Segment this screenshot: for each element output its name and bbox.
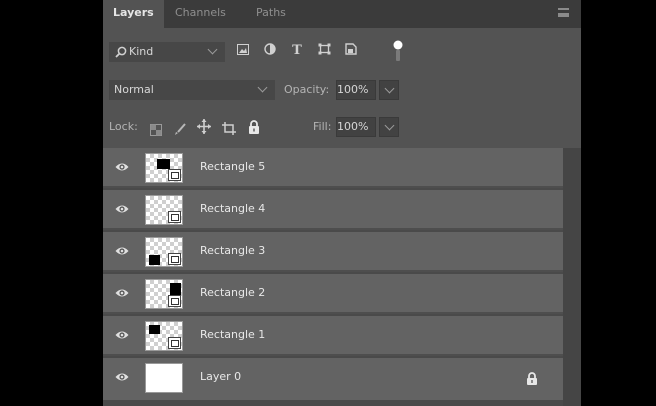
- eye-icon[interactable]: [115, 371, 129, 383]
- chevron-down-icon: [384, 120, 395, 131]
- blend-mode-value: Normal: [114, 83, 154, 96]
- prevent-auto-nesting-icon[interactable]: [222, 120, 236, 139]
- layer-row[interactable]: Rectangle 2: [103, 274, 563, 314]
- layer-locked-icon: [527, 372, 537, 385]
- pixel-layer-filter-icon[interactable]: [234, 43, 252, 61]
- shape-layer-filter-icon[interactable]: [315, 43, 333, 61]
- layer-thumbnail: [145, 321, 183, 351]
- layer-name[interactable]: Rectangle 4: [200, 190, 265, 228]
- filter-row: Kind T: [103, 40, 581, 64]
- chevron-down-icon: [257, 82, 268, 93]
- layer-thumbnail-shape: [157, 159, 170, 169]
- eye-icon[interactable]: [115, 203, 129, 215]
- layer-row[interactable]: Layer 0: [103, 358, 563, 400]
- filter-kind-select[interactable]: Kind: [109, 42, 225, 62]
- smart-object-badge-icon: [168, 295, 181, 307]
- panel-tabs: Layers Channels Paths: [103, 0, 581, 28]
- layer-name[interactable]: Layer 0: [200, 358, 241, 396]
- eye-icon[interactable]: [115, 287, 129, 299]
- layer-thumbnail: [145, 279, 183, 309]
- panel-menu-icon[interactable]: [558, 8, 569, 17]
- layer-name[interactable]: Rectangle 5: [200, 148, 265, 186]
- layer-name[interactable]: Rectangle 2: [200, 274, 265, 312]
- fill-label: Fill:: [313, 120, 332, 133]
- chevron-down-icon: [207, 44, 218, 55]
- eye-icon[interactable]: [115, 161, 129, 173]
- search-icon: [115, 46, 127, 58]
- opacity-input[interactable]: 100%: [336, 80, 376, 100]
- layer-thumbnail: [145, 153, 183, 183]
- blend-row: Normal Opacity: 100%: [103, 80, 581, 102]
- blend-mode-select[interactable]: Normal: [109, 80, 275, 100]
- lock-all-icon[interactable]: [248, 119, 260, 138]
- tab-channels[interactable]: Channels: [175, 0, 226, 28]
- lock-image-pixels-icon[interactable]: [174, 121, 186, 140]
- tab-paths[interactable]: Paths: [256, 0, 286, 28]
- lock-label: Lock:: [109, 120, 138, 133]
- layer-name[interactable]: Rectangle 1: [200, 316, 265, 354]
- smart-object-badge-icon: [168, 337, 181, 349]
- smart-object-badge-icon: [168, 211, 181, 223]
- smart-object-badge-icon: [168, 169, 181, 181]
- layer-thumbnail-shape: [149, 325, 160, 334]
- layer-name[interactable]: Rectangle 3: [200, 232, 265, 270]
- lock-position-icon[interactable]: [197, 119, 211, 138]
- layers-panel: Layers Channels Paths Kind T Normal Opac…: [103, 0, 581, 406]
- layer-row[interactable]: Rectangle 4: [103, 190, 563, 230]
- layer-row[interactable]: Rectangle 5: [103, 148, 563, 188]
- layer-row[interactable]: Rectangle 3: [103, 232, 563, 272]
- opacity-label: Opacity:: [284, 83, 330, 96]
- fill-dropdown-button[interactable]: [379, 117, 399, 137]
- smart-object-filter-icon[interactable]: [342, 43, 360, 61]
- layer-thumbnail-shape: [170, 283, 181, 295]
- adjustment-layer-filter-icon[interactable]: [261, 43, 279, 61]
- layer-thumbnail: [145, 363, 183, 393]
- type-layer-filter-icon[interactable]: T: [288, 42, 306, 60]
- eye-icon[interactable]: [115, 329, 129, 341]
- eye-icon[interactable]: [115, 245, 129, 257]
- layers-scrollbar[interactable]: [563, 148, 581, 406]
- layer-thumbnail: [145, 237, 183, 267]
- opacity-dropdown-button[interactable]: [379, 80, 399, 100]
- filter-toggle-icon[interactable]: [393, 40, 403, 62]
- layer-thumbnail-shape: [149, 255, 160, 265]
- layer-row[interactable]: Rectangle 1: [103, 316, 563, 356]
- lock-row: Lock: Fill: 100%: [103, 117, 581, 139]
- filter-kind-label: Kind: [129, 45, 154, 58]
- chevron-down-icon: [384, 83, 395, 94]
- tab-layers[interactable]: Layers: [103, 0, 164, 28]
- lock-transparent-pixels-icon[interactable]: [150, 121, 162, 140]
- smart-object-badge-icon: [168, 253, 181, 265]
- layer-thumbnail: [145, 195, 183, 225]
- fill-input[interactable]: 100%: [336, 117, 376, 137]
